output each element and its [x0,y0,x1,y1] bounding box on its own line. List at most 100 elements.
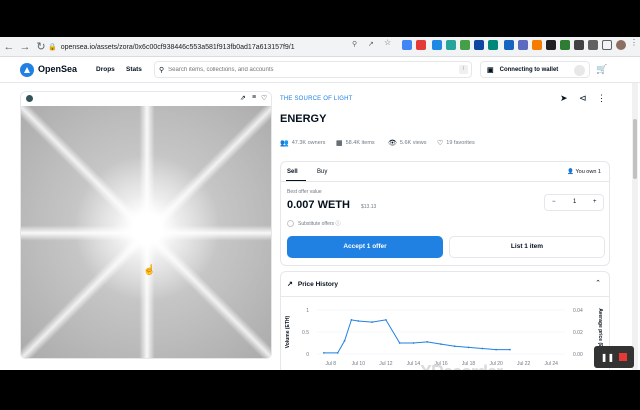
extension-icon[interactable] [474,40,484,50]
price-point [508,348,511,351]
price-point [453,345,456,348]
open-original-icon[interactable]: ⇗ [240,94,246,102]
extension-icon[interactable] [504,40,514,50]
cart-icon[interactable]: 🛒 [594,61,610,78]
price-point [495,348,498,351]
y2-tick-label: 0.00 [573,352,583,358]
item-title: ENERGY [280,113,327,125]
substitute-label: Substitute offers [298,220,335,227]
extension-icon[interactable] [402,40,412,50]
extension-icon[interactable] [432,40,442,50]
accept-offer-button[interactable]: Accept 1 offer [287,236,443,258]
star-icon[interactable]: ☆ [384,38,394,48]
you-own-label: 👤 You own 1 [567,169,601,175]
price-history-header[interactable]: ↗ Price History [287,280,338,289]
tab-sell[interactable]: Sell [287,169,298,175]
transfer-icon[interactable]: ➤ [560,93,568,104]
y-tick-label: 0.5 [302,330,309,336]
url-text: opensea.io/assets/zora/0x6c00cf938446c55… [60,43,295,51]
favorite-heart-icon[interactable]: ♡ [261,94,267,102]
site-header: OpenSea Drops Stats ⚲ / ▣ Connecting to … [0,57,640,83]
opensea-logo-icon[interactable] [20,63,34,77]
back-icon[interactable]: ← [2,40,16,54]
price-point [336,352,339,354]
nav-stats[interactable]: Stats [126,66,142,73]
share-icon[interactable]: ⊲ [579,93,587,104]
more-icon[interactable]: ⋮ [597,93,606,104]
substitute-checkbox[interactable] [287,220,294,227]
price-history-title: Price History [297,280,338,288]
list-item-button[interactable]: List 1 item [449,236,605,258]
artwork-image[interactable] [21,106,271,358]
quantity-value[interactable]: 1 [573,199,576,205]
quantity-stepper[interactable]: − 1 + [544,194,604,211]
best-offer-price: 0.007 WETH [287,199,350,211]
price-point [357,320,360,322]
trend-icon: ↗ [287,281,293,288]
menu-icon[interactable]: ⋮ [630,38,640,48]
info-icon[interactable]: ⓘ [335,220,340,227]
y-axis-label: Volume (ETH) [285,315,291,348]
price-point [384,319,387,321]
extension-icon[interactable] [546,40,556,50]
sidepanel-icon[interactable] [602,40,612,50]
x-tick-label: Jul 24 [545,361,559,367]
scrollbar[interactable] [632,83,638,370]
decrement-button[interactable]: − [552,199,556,205]
metamask-icon[interactable] [532,40,542,50]
recorder-watermark: XRecorder [420,362,503,370]
increment-button[interactable]: + [593,199,597,205]
browser-window: ← → ↻ 🔒 opensea.io/assets/zora/0x6c00cf9… [0,37,640,370]
forward-icon[interactable]: → [18,40,32,54]
price-point [440,343,442,345]
reload-icon[interactable]: ↻ [34,40,48,54]
share-icon[interactable]: ↗ [368,40,378,50]
chevron-up-icon[interactable]: ⌃ [595,279,601,287]
extension-icon[interactable] [460,40,470,50]
extension-icon[interactable] [488,40,498,50]
y-tick-label: 1 [306,308,309,314]
collection-link[interactable]: THE SOURCE OF LIGHT [280,96,352,102]
recorder-controls[interactable]: ❚❚ [594,346,634,368]
price-point [343,339,346,342]
price-point [322,352,325,354]
nav-drops[interactable]: Drops [96,66,115,73]
divider [281,181,609,182]
x-tick-label: Jul 10 [352,361,366,367]
profile-avatar[interactable] [616,40,626,50]
price-point [371,321,374,323]
browser-toolbar: ← → ↻ 🔒 opensea.io/assets/zora/0x6c00cf9… [0,37,640,57]
extension-icon[interactable] [416,40,426,50]
wallet-button[interactable]: ▣ Connecting to wallet [480,61,590,78]
extension-icon[interactable] [446,40,456,50]
search-icon[interactable]: ⚲ [352,40,362,50]
artwork-panel: ⇗ ≡ ♡ ☝ [20,91,272,359]
pause-icon[interactable]: ❚❚ [601,353,614,362]
price-history-chart: Volume (ETH) Average price (ETH)10.500.04… [285,308,603,367]
brand-name[interactable]: OpenSea [38,64,77,74]
puzzle-icon[interactable] [588,40,598,50]
y-tick-label: 0 [306,352,309,358]
search-box[interactable]: ⚲ / [154,61,472,78]
extension-icon[interactable] [574,40,584,50]
favorites-stat[interactable]: ♡ 19 favorites [437,139,475,147]
wallet-icon: ▣ [487,66,494,74]
views-icon[interactable]: ≡ [252,94,256,101]
extension-icon[interactable] [518,40,528,50]
extension-icon[interactable] [560,40,570,50]
stop-icon[interactable] [619,353,628,361]
hand-cursor-icon: ☝ [143,265,156,276]
y2-tick-label: 0.02 [573,330,583,336]
lock-icon: 🔒 [48,44,57,51]
x-tick-label: Jul 22 [517,361,531,367]
substitute-offers-toggle[interactable]: Substitute offers ⓘ [287,220,340,227]
price-point [350,319,353,321]
search-input[interactable] [168,66,449,73]
eye-icon: 👁 [388,140,397,147]
search-icon: ⚲ [159,66,165,74]
best-offer-usd: $13.13 [361,204,377,210]
owners-stat[interactable]: 👥 47.3K owners [280,139,325,147]
address-bar[interactable]: 🔒 opensea.io/assets/zora/0x6c00cf938446c… [48,40,348,54]
scrollbar-thumb[interactable] [633,119,637,179]
tab-buy[interactable]: Buy [317,169,327,175]
